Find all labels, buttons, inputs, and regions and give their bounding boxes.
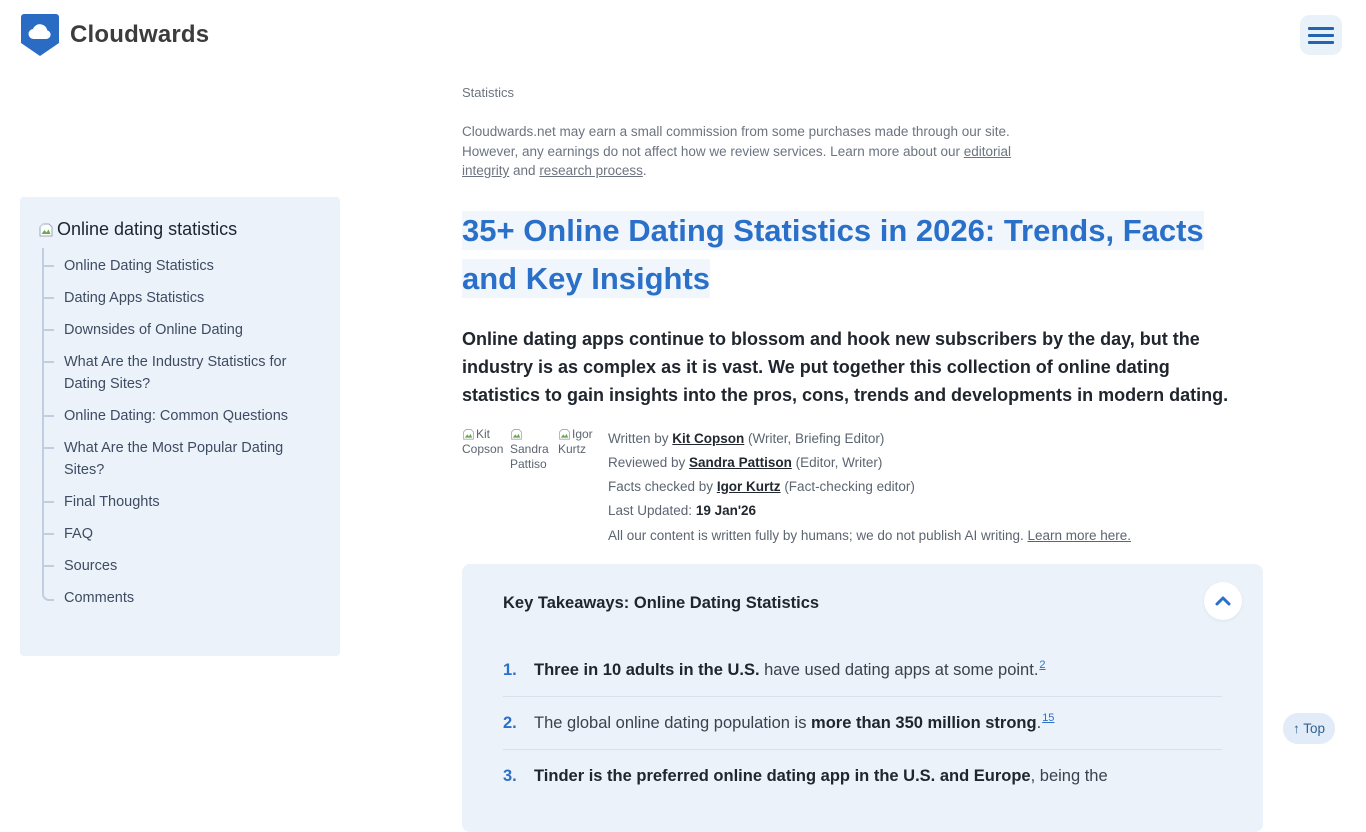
- footnote-link[interactable]: 15: [1042, 712, 1054, 724]
- takeaway-item: 1. Three in 10 adults in the U.S. have u…: [503, 644, 1222, 696]
- cloudwards-shield-icon: [20, 13, 60, 57]
- footnote-link[interactable]: 2: [1039, 659, 1045, 671]
- byline-block: Kit Copson Sandra Pattison Igor Kurtz Wr…: [462, 427, 1264, 548]
- scroll-to-top-button[interactable]: ↑ Top: [1283, 713, 1335, 744]
- hamburger-menu-icon[interactable]: [1300, 15, 1342, 55]
- fact-checker-link[interactable]: Igor Kurtz: [717, 479, 781, 494]
- author-link[interactable]: Kit Copson: [672, 431, 744, 446]
- toc-heading-label: Online dating statistics: [57, 219, 237, 240]
- disclaimer-text: Cloudwards.net may earn a small commissi…: [462, 124, 1010, 159]
- broken-image-icon: [38, 221, 54, 237]
- toc-item-comments[interactable]: Comments: [64, 582, 322, 614]
- broken-image-icon: [510, 427, 523, 440]
- toc-list: Online Dating Statistics Dating Apps Sta…: [38, 250, 322, 614]
- toc-item-dating-apps-statistics[interactable]: Dating Apps Statistics: [64, 282, 322, 314]
- human-content-note: All our content is written fully by huma…: [608, 524, 1131, 548]
- takeaway-item: 2. The global online dating population i…: [503, 696, 1222, 749]
- fact-checked-row: Facts checked by Igor Kurtz (Fact-checki…: [608, 475, 1131, 499]
- takeaway-item: 3. Tinder is the preferred online dating…: [503, 749, 1222, 802]
- toc-panel: Online dating statistics Online Dating S…: [20, 197, 340, 656]
- takeaway-number: 1.: [503, 658, 534, 682]
- disclaimer-text: .: [643, 163, 647, 178]
- toc-heading: Online dating statistics: [38, 219, 322, 240]
- affiliate-disclaimer: Cloudwards.net may earn a small commissi…: [462, 122, 1038, 181]
- takeaway-text: The global online dating population is m…: [534, 711, 1054, 735]
- byline-text: Written by Kit Copson (Writer, Briefing …: [608, 427, 1131, 548]
- takeaway-text: Three in 10 adults in the U.S. have used…: [534, 658, 1046, 682]
- toc-item-sources[interactable]: Sources: [64, 550, 322, 582]
- author-avatars: Kit Copson Sandra Pattison Igor Kurtz: [462, 427, 608, 548]
- disclaimer-text: and: [509, 163, 539, 178]
- reviewer-link[interactable]: Sandra Pattison: [689, 455, 792, 470]
- brand-name: Cloudwards: [70, 21, 209, 49]
- last-updated-date: 19 Jan'26: [696, 503, 756, 518]
- article-intro: Online dating apps continue to blossom a…: [462, 325, 1244, 409]
- broken-image-icon: [558, 427, 571, 440]
- hamburger-bar: [1308, 27, 1334, 30]
- collapse-button[interactable]: [1204, 582, 1242, 620]
- toc-item-faq[interactable]: FAQ: [64, 518, 322, 550]
- last-updated-row: Last Updated: 19 Jan'26: [608, 499, 1131, 523]
- brand-logo[interactable]: Cloudwards: [20, 13, 209, 57]
- takeaways-list: 1. Three in 10 adults in the U.S. have u…: [503, 644, 1222, 802]
- toc-item-industry-statistics[interactable]: What Are the Industry Statistics for Dat…: [64, 346, 322, 400]
- takeaway-number: 2.: [503, 711, 534, 735]
- learn-more-link[interactable]: Learn more here.: [1027, 528, 1131, 543]
- chevron-up-icon: [1215, 596, 1231, 606]
- toc-item-online-dating-statistics[interactable]: Online Dating Statistics: [64, 250, 322, 282]
- toc-item-downsides[interactable]: Downsides of Online Dating: [64, 314, 322, 346]
- toc-item-most-popular-sites[interactable]: What Are the Most Popular Dating Sites?: [64, 432, 322, 486]
- hamburger-bar: [1308, 41, 1334, 44]
- page-title: 35+ Online Dating Statistics in 2026: Tr…: [462, 207, 1207, 303]
- toc-item-common-questions[interactable]: Online Dating: Common Questions: [64, 400, 322, 432]
- key-takeaways-heading: Key Takeaways: Online Dating Statistics: [503, 590, 819, 613]
- toc-item-final-thoughts[interactable]: Final Thoughts: [64, 486, 322, 518]
- reviewed-by-row: Reviewed by Sandra Pattison (Editor, Wri…: [608, 451, 1131, 475]
- avatar-broken-image: Sandra Pattison: [510, 427, 553, 471]
- article-main: Statistics Cloudwards.net may earn a sma…: [462, 85, 1264, 832]
- avatar-broken-image: Kit Copson: [462, 427, 505, 471]
- research-process-link[interactable]: research process: [539, 163, 643, 178]
- key-takeaways-card: Key Takeaways: Online Dating Statistics …: [462, 564, 1263, 832]
- avatar-broken-image: Igor Kurtz: [558, 427, 601, 471]
- broken-image-icon: [462, 427, 475, 440]
- written-by-row: Written by Kit Copson (Writer, Briefing …: [608, 427, 1131, 451]
- site-header: Cloudwards: [0, 0, 1366, 70]
- hamburger-bar: [1308, 34, 1334, 37]
- breadcrumb[interactable]: Statistics: [462, 85, 1264, 100]
